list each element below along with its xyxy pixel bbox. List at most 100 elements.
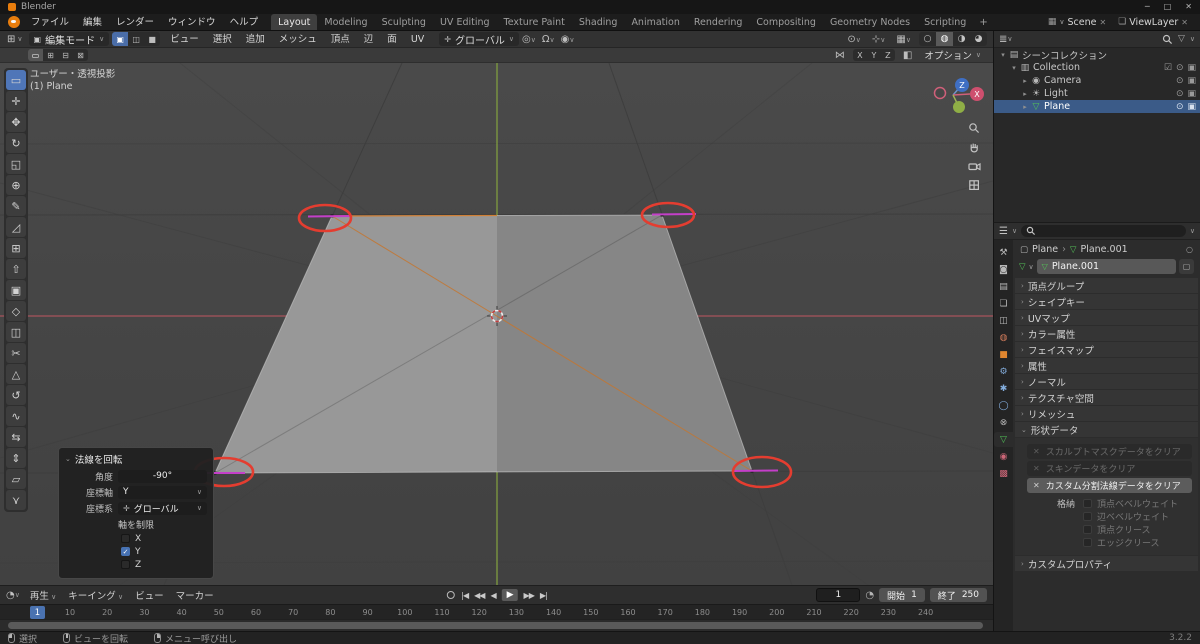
select-mode-intersect-icon[interactable]: ⊠: [73, 49, 88, 61]
disable-render-icon[interactable]: ▣: [1187, 63, 1196, 73]
proportional-edit-icon[interactable]: ◉∨: [558, 34, 578, 45]
workspace-tab[interactable]: Layout: [271, 14, 318, 30]
face-select-mode[interactable]: ■: [144, 32, 161, 46]
tool-move[interactable]: ✥: [6, 112, 26, 132]
workspace-tab[interactable]: Rendering: [687, 14, 750, 30]
tool-transform[interactable]: ⊕: [6, 175, 26, 195]
properties-editor-icon[interactable]: ☰: [999, 226, 1008, 237]
mirror-y-toggle[interactable]: Y: [866, 49, 881, 61]
auto-keying-button[interactable]: [446, 591, 455, 599]
scrollbar-thumb[interactable]: [8, 622, 983, 629]
disclosure-icon[interactable]: ▸: [1020, 77, 1030, 85]
play-button[interactable]: ▶: [501, 589, 518, 601]
viewport-menu[interactable]: 辺: [357, 31, 381, 48]
pan-hand-icon[interactable]: [965, 138, 983, 156]
disable-render-icon[interactable]: ▣: [1187, 102, 1196, 112]
store-checkbox[interactable]: [1083, 499, 1092, 508]
breadcrumb-data[interactable]: Plane.001: [1080, 244, 1127, 255]
show-visibility-button[interactable]: ⊙∨: [844, 34, 864, 45]
jump-to-end-button[interactable]: ▶|: [540, 591, 548, 600]
disclosure-icon[interactable]: ▾: [1009, 64, 1019, 72]
tool-shear[interactable]: ▱: [6, 469, 26, 489]
snap-options-icon[interactable]: ◧: [900, 50, 915, 61]
tool-shrink-fatten[interactable]: ⇕: [6, 448, 26, 468]
tab-tool[interactable]: ⚒: [994, 245, 1013, 260]
disable-render-icon[interactable]: ▣: [1187, 89, 1196, 99]
viewport-menu[interactable]: 面: [380, 31, 404, 48]
menubar-item[interactable]: ヘルプ: [223, 14, 266, 30]
workspace-tab[interactable]: Sculpting: [375, 14, 433, 30]
timeline-menu[interactable]: ビュー: [129, 588, 170, 602]
hide-eye-icon[interactable]: ⊙: [1176, 102, 1184, 112]
tab-physics[interactable]: ◯: [994, 398, 1013, 413]
tab-world[interactable]: ◍: [994, 330, 1013, 345]
maximize-button[interactable]: □: [1164, 0, 1172, 14]
axis-checkbox-y[interactable]: ✓: [121, 547, 130, 556]
pin-icon[interactable]: ○: [1186, 245, 1193, 254]
tab-object-data[interactable]: ▽: [994, 432, 1013, 447]
timeline-ruler[interactable]: 1 10 20 30 40 50 60 70 80 90 100 110 120 130 140 150 16…: [0, 604, 993, 620]
tool-extrude[interactable]: ⇧: [6, 259, 26, 279]
workspace-tab[interactable]: Compositing: [749, 14, 823, 30]
workspace-tab[interactable]: Modeling: [317, 14, 374, 30]
menubar-item[interactable]: ウィンドウ: [161, 14, 223, 30]
search-icon[interactable]: [1162, 34, 1173, 45]
jump-to-start-button[interactable]: |◀: [461, 591, 469, 600]
panel-属性[interactable]: › 属性: [1015, 358, 1198, 373]
viewport-menu[interactable]: メッシュ: [272, 31, 324, 48]
outliner-editor-icon[interactable]: ≣: [999, 34, 1007, 45]
tool-poly-build[interactable]: △: [6, 364, 26, 384]
panel-シェイプキー[interactable]: › シェイプキー: [1015, 294, 1198, 309]
workspace-tab[interactable]: Texture Paint: [497, 14, 572, 30]
tool-rotate[interactable]: ↻: [6, 133, 26, 153]
hide-eye-icon[interactable]: ⊙: [1176, 63, 1184, 73]
outliner-row-Light[interactable]: ▸ ☀ Light ⊙ ▣: [994, 87, 1200, 100]
close-button[interactable]: ✕: [1185, 0, 1192, 14]
menubar-item[interactable]: 編集: [76, 14, 109, 30]
tool-annotate[interactable]: ✎: [6, 196, 26, 216]
workspace-tab[interactable]: Scripting: [917, 14, 973, 30]
disclosure-icon[interactable]: ▸: [1020, 103, 1030, 111]
panel-頂点グループ[interactable]: › 頂点グループ: [1015, 278, 1198, 293]
disclosure-icon[interactable]: ▾: [998, 51, 1008, 59]
edge-select-mode[interactable]: ◫: [128, 32, 145, 46]
menubar-item[interactable]: レンダー: [109, 14, 161, 30]
blender-logo-icon[interactable]: [8, 16, 20, 28]
operator-panel-header[interactable]: ⌄ 法線を回転: [65, 452, 207, 466]
timeline-scrollbar[interactable]: [0, 619, 993, 631]
tab-modifiers[interactable]: ⚙: [994, 364, 1013, 379]
disclosure-icon[interactable]: ▸: [1020, 90, 1030, 98]
viewport-menu[interactable]: UV: [404, 31, 431, 48]
tab-output[interactable]: ▤: [994, 279, 1013, 294]
tool-add-cube[interactable]: ⊞: [6, 238, 26, 258]
panel-ノーマル[interactable]: › ノーマル: [1015, 374, 1198, 389]
add-workspace-button[interactable]: +: [973, 14, 993, 30]
hide-eye-icon[interactable]: ⊙: [1176, 76, 1184, 86]
outliner-row-Camera[interactable]: ▸ ◉ Camera ⊙ ▣: [994, 74, 1200, 87]
axis-checkbox-x[interactable]: [121, 534, 130, 543]
menubar-item[interactable]: ファイル: [24, 14, 76, 30]
tool-knife[interactable]: ✂: [6, 343, 26, 363]
tab-scene[interactable]: ◫: [994, 313, 1013, 328]
viewport-menu[interactable]: ビュー: [163, 31, 206, 48]
zoom-icon[interactable]: [965, 119, 983, 137]
wireframe-shading[interactable]: ○: [919, 32, 936, 46]
tab-render[interactable]: ◙: [994, 262, 1013, 277]
gizmo-y[interactable]: [953, 101, 965, 113]
viewport-menu[interactable]: 選択: [206, 31, 239, 48]
mode-dropdown[interactable]: ▣ 編集モード ∨: [28, 32, 110, 47]
show-gizmo-button[interactable]: ⊹∨: [869, 34, 889, 45]
axis-checkbox-z[interactable]: [121, 560, 130, 569]
store-checkbox[interactable]: [1083, 525, 1092, 534]
workspace-tab[interactable]: UV Editing: [433, 14, 497, 30]
material-preview-shading[interactable]: ◑: [953, 32, 970, 46]
previous-keyframe-button[interactable]: ◀◀: [474, 591, 485, 600]
tab-object[interactable]: ■: [994, 347, 1013, 362]
breadcrumb-object[interactable]: Plane: [1032, 244, 1058, 255]
options-dropdown[interactable]: オプション ∨: [920, 48, 985, 62]
timeline-menu[interactable]: 再生 ∨: [24, 588, 62, 602]
tool-bevel[interactable]: ◇: [6, 301, 26, 321]
close-icon[interactable]: ✕: [1181, 18, 1188, 27]
workspace-tab[interactable]: Shading: [572, 14, 625, 30]
tool-smooth[interactable]: ∿: [6, 406, 26, 426]
